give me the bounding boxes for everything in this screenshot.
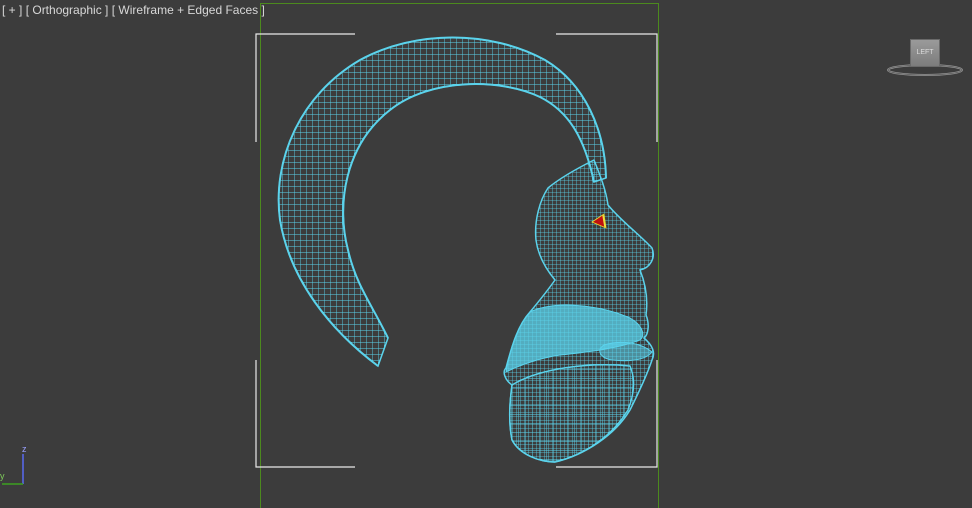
axis-tripod-lines [2,454,24,485]
axis-y-label: y [0,471,5,481]
viewport-left-orthographic[interactable]: [ + ] [ Orthographic ] [ Wireframe + Edg… [0,0,972,508]
axis-tripod: z y [0,440,40,490]
viewcube-face-left[interactable]: LEFT [910,39,940,67]
axis-z-label: z [22,444,27,454]
wireframe-head-mesh[interactable] [277,36,655,463]
jaw-region [509,364,635,463]
scene-canvas[interactable] [0,0,972,508]
viewcube[interactable]: LEFT [886,34,966,79]
